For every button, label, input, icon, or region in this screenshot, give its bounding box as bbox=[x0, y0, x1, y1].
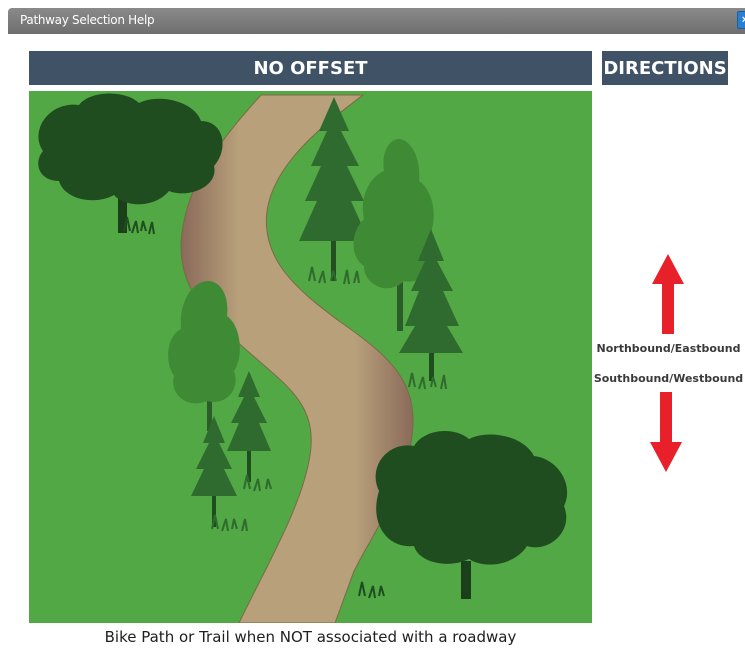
close-button[interactable]: × bbox=[737, 11, 745, 29]
directions-header-label: DIRECTIONS bbox=[603, 57, 727, 79]
southbound-westbound-label: Southbound/Westbound bbox=[593, 372, 744, 385]
no-offset-header-label: NO OFFSET bbox=[253, 57, 368, 79]
pathway-help-dialog: Pathway Selection Help × NO OFFSET DIREC… bbox=[0, 0, 745, 670]
arrow-down-icon bbox=[650, 392, 682, 472]
northbound-eastbound-label: Northbound/Eastbound bbox=[596, 342, 741, 355]
trail-illustration bbox=[29, 91, 592, 623]
no-offset-header: NO OFFSET bbox=[29, 51, 592, 85]
arrow-up-shape bbox=[652, 254, 684, 334]
directions-header: DIRECTIONS bbox=[602, 51, 728, 85]
direction-legend: Northbound/Eastbound Southbound/Westboun… bbox=[592, 250, 745, 480]
arrow-down-shape bbox=[650, 392, 682, 472]
dialog-titlebar: Pathway Selection Help × bbox=[8, 8, 745, 34]
illustration-caption: Bike Path or Trail when NOT associated w… bbox=[104, 628, 517, 646]
dialog-title: Pathway Selection Help bbox=[20, 13, 155, 27]
arrow-up-icon bbox=[652, 254, 684, 334]
